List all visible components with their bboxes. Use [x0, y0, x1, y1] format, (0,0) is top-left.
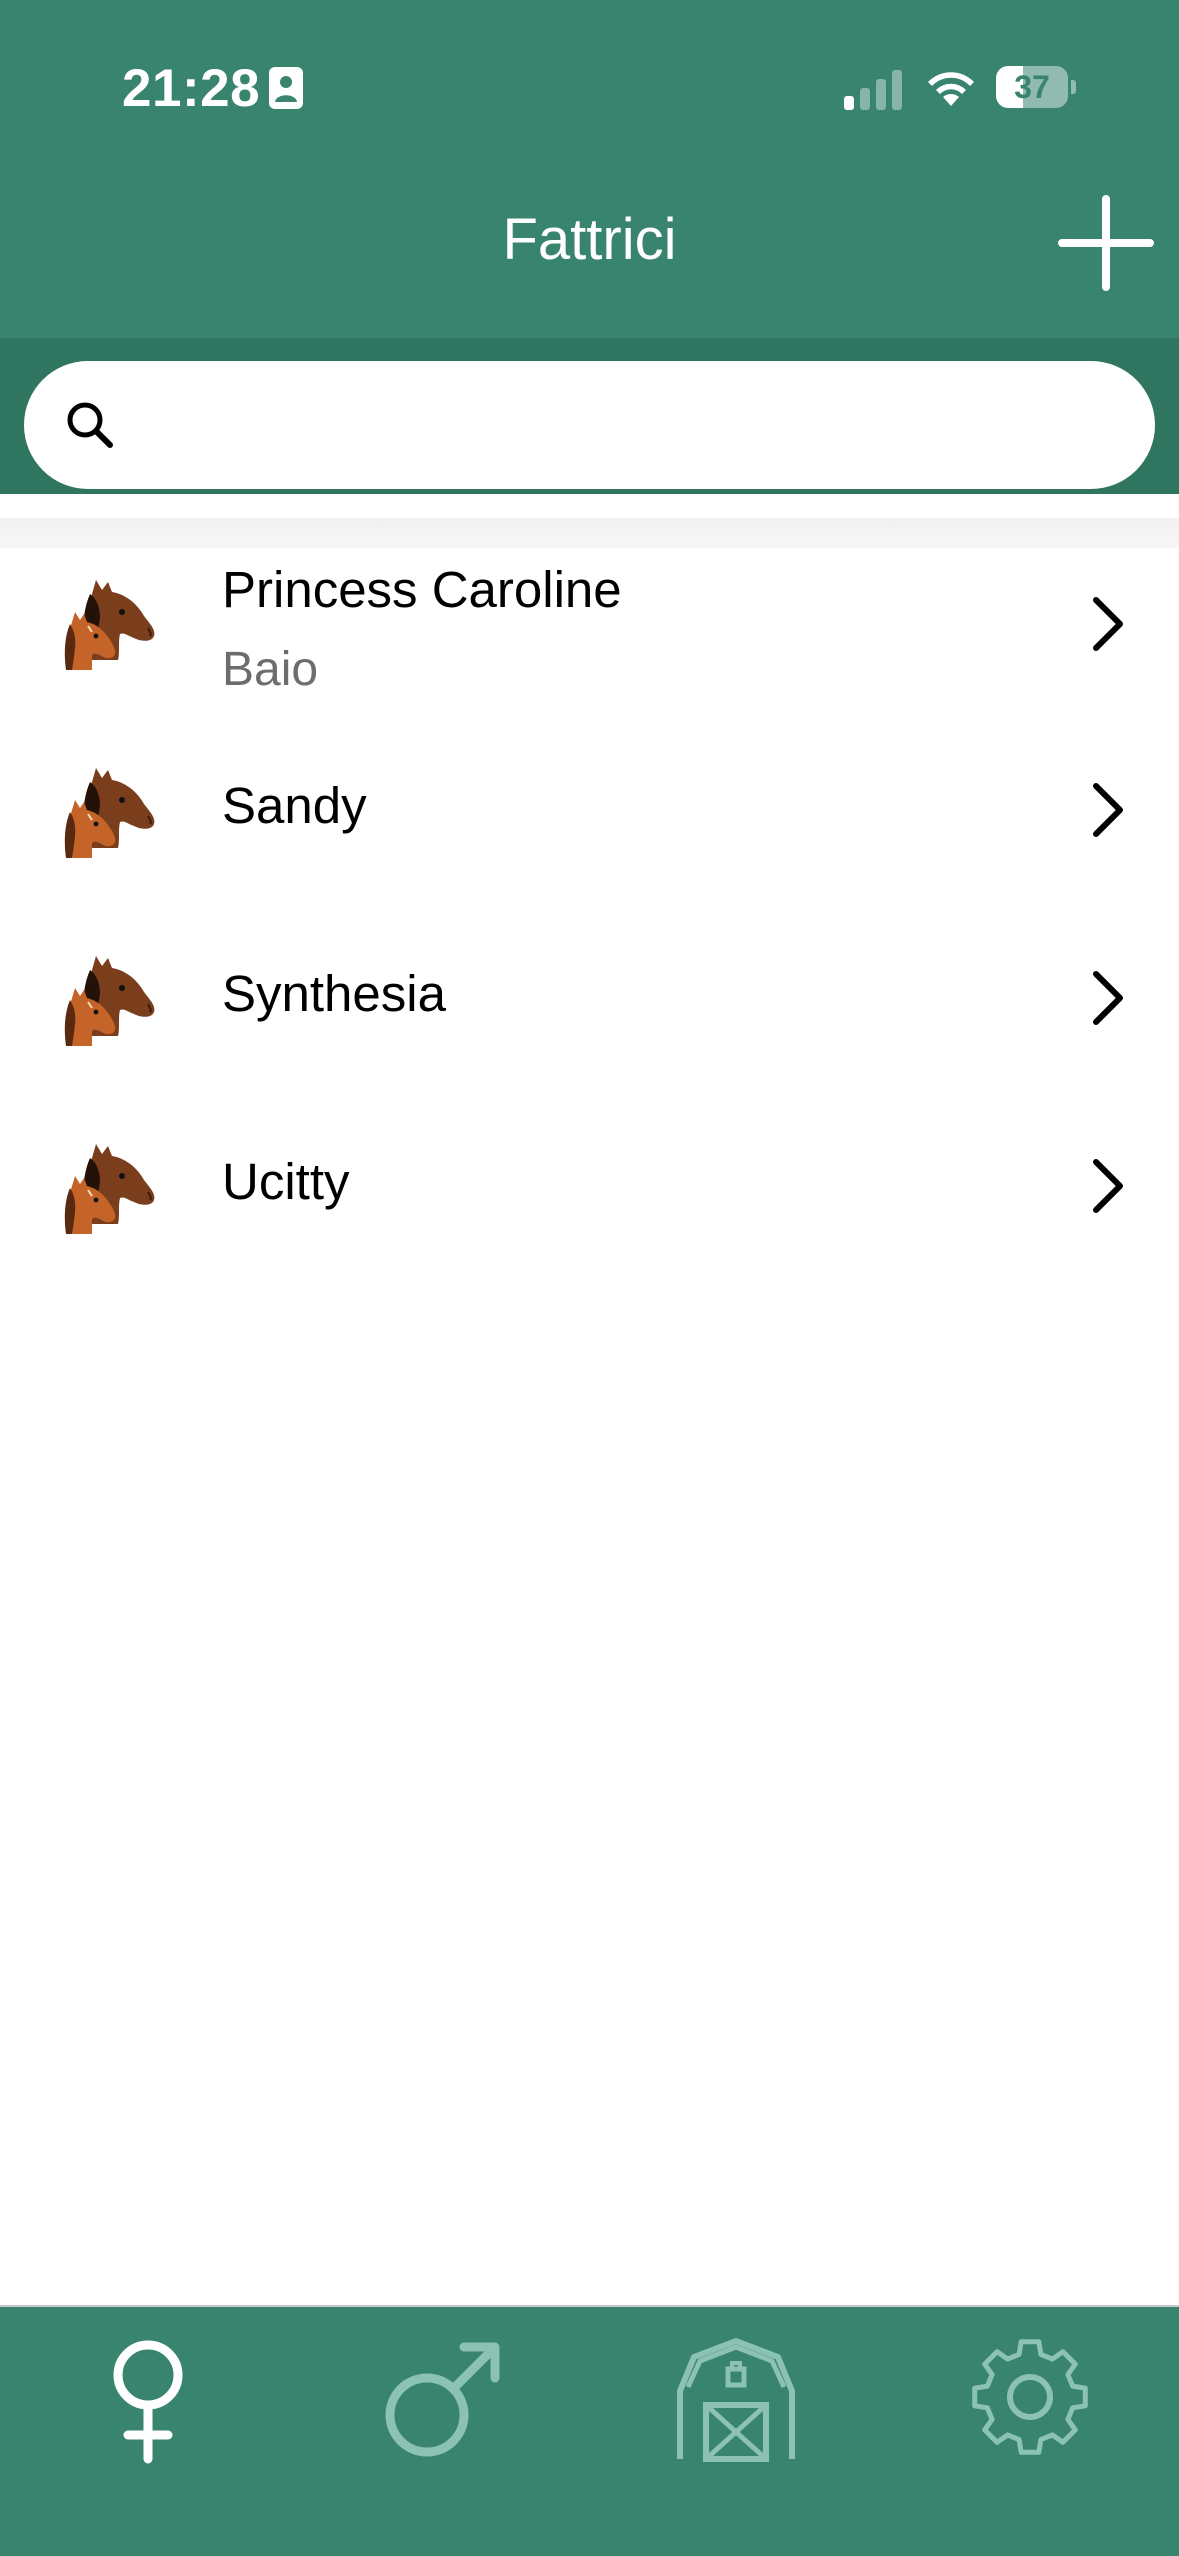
mare-coat-color: Baio — [222, 643, 319, 696]
cellular-signal-icon — [844, 70, 902, 110]
battery-percent: 37 — [1014, 69, 1050, 105]
horse-head-icon — [62, 1136, 162, 1236]
status-time: 21:28 — [122, 59, 261, 118]
chevron-right-icon — [1088, 594, 1128, 654]
tab-settings-gear-icon[interactable] — [960, 2327, 1100, 2467]
list-item-mare[interactable]: Princess Caroline Baio — [0, 548, 1179, 736]
navigation-header: 21:28 37 Fattrici — [0, 0, 1179, 338]
search-input[interactable] — [139, 361, 1123, 491]
horse-head-icon — [62, 572, 162, 672]
mare-name: Synthesia — [222, 965, 446, 1022]
page-title: Fattrici — [502, 207, 677, 272]
tab-mares-female-symbol-icon[interactable] — [78, 2327, 218, 2467]
search-bar[interactable] — [24, 361, 1155, 491]
tab-farm-barn-icon[interactable] — [666, 2327, 806, 2467]
tab-stallions-male-symbol-icon[interactable] — [372, 2327, 512, 2467]
chevron-right-icon — [1088, 968, 1128, 1028]
chevron-right-icon — [1088, 1156, 1128, 1216]
battery-indicator: 37 — [996, 66, 1076, 108]
list-item-mare[interactable]: Sandy — [0, 736, 1179, 924]
list-separator — [0, 518, 1179, 548]
list-item-mare[interactable]: Synthesia — [0, 924, 1179, 1112]
search-band — [0, 338, 1179, 494]
chevron-right-icon — [1088, 780, 1128, 840]
mare-name: Princess Caroline — [222, 561, 622, 618]
search-icon — [67, 402, 113, 448]
list-item-mare[interactable]: Ucitty — [0, 1112, 1179, 1300]
tab-bar — [0, 2305, 1179, 2556]
wifi-icon — [928, 72, 974, 106]
mare-name: Sandy — [222, 777, 367, 834]
contact-card-icon — [269, 67, 303, 109]
mare-name: Ucitty — [222, 1153, 350, 1210]
horse-head-icon — [62, 948, 162, 1048]
add-mare-button[interactable] — [1056, 193, 1156, 293]
horse-head-icon — [62, 760, 162, 860]
